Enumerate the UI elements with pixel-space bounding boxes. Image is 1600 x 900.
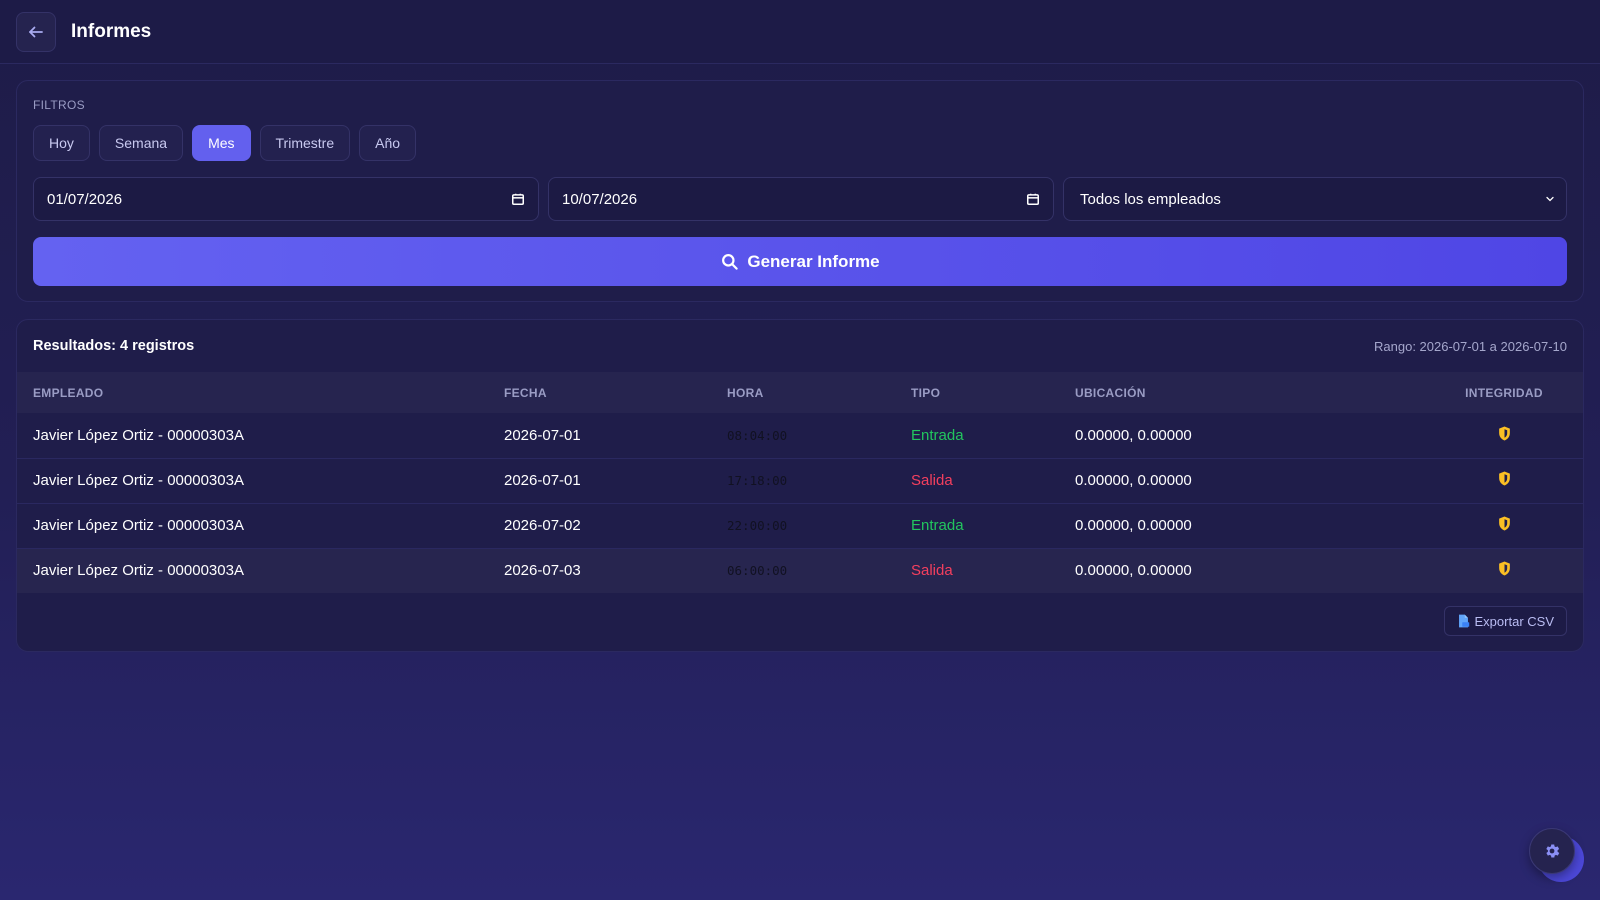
settings-fab-button[interactable] <box>1529 828 1575 874</box>
generate-report-button[interactable]: Generar Informe <box>33 237 1567 286</box>
filters-label: FILTROS <box>33 98 85 112</box>
chip-semana[interactable]: Semana <box>98 125 184 161</box>
top-bar: Informes <box>0 0 1600 64</box>
filters-card: FILTROS Hoy Semana Mes Trimestre Año 01/… <box>16 80 1584 302</box>
results-table: EMPLEADO FECHA HORA TIPO UBICACIÓN INTEG… <box>17 372 1583 593</box>
cell-time: 17:18:00 <box>727 473 788 488</box>
column-header-type: TIPO <box>911 385 941 400</box>
cell-time: 08:04:00 <box>727 427 788 443</box>
table-row[interactable]: Javier López Ortiz - 00000303A 2026-07-0… <box>17 503 1583 548</box>
chip-mes[interactable]: Mes <box>192 125 251 161</box>
search-icon <box>722 254 739 270</box>
column-header-location: UBICACIÓN <box>1075 385 1146 400</box>
results-header: Resultados: 4 registros Rango: 2026-07-0… <box>17 320 1583 372</box>
table-row[interactable]: Javier López Ortiz - 00000303A 2026-07-0… <box>17 458 1583 503</box>
date-from-input[interactable]: 01/07/2026 <box>33 177 539 221</box>
table-header-row: EMPLEADO FECHA HORA TIPO UBICACIÓN INTEG… <box>17 372 1583 413</box>
cell-location: 0.00000, 0.00000 <box>1075 517 1192 534</box>
gear-icon <box>1546 844 1560 858</box>
column-header-time: HORA <box>727 385 764 400</box>
cell-employee: Javier López Ortiz - 00000303A <box>33 426 244 444</box>
page-title: Informes <box>71 20 152 42</box>
shield-icon[interactable] <box>1498 471 1511 486</box>
table-row[interactable]: Javier López Ortiz - 00000303A 2026-07-0… <box>17 548 1583 593</box>
cell-location: 0.00000, 0.00000 <box>1075 426 1192 444</box>
period-chips: Hoy Semana Mes Trimestre Año <box>33 125 1567 161</box>
results-card: Resultados: 4 registros Rango: 2026-07-0… <box>16 319 1584 652</box>
cell-date: 2026-07-02 <box>504 517 581 534</box>
employee-select-value: Todos los empleados <box>1080 190 1221 208</box>
cell-employee: Javier López Ortiz - 00000303A <box>33 562 244 580</box>
cell-date: 2026-07-01 <box>504 426 581 444</box>
arrow-left-icon <box>29 26 43 37</box>
export-csv-button[interactable]: Exportar CSV <box>1443 606 1567 636</box>
calendar-icon[interactable] <box>1026 192 1040 206</box>
employee-select[interactable]: Todos los empleados <box>1063 177 1567 221</box>
cell-date: 2026-07-03 <box>504 562 581 580</box>
cell-type: Salida <box>911 562 953 580</box>
cell-employee: Javier López Ortiz - 00000303A <box>33 517 244 534</box>
cell-type: Entrada <box>911 517 964 534</box>
calendar-icon[interactable] <box>511 192 525 206</box>
table-row[interactable]: Javier López Ortiz - 00000303A 2026-07-0… <box>17 413 1583 458</box>
filter-inputs: 01/07/2026 10/07/2026 Todos los empleado… <box>33 177 1567 221</box>
results-range: Rango: 2026-07-01 a 2026-07-10 <box>1374 338 1567 354</box>
back-button[interactable] <box>16 11 56 52</box>
cell-type: Salida <box>911 472 953 489</box>
shield-icon[interactable] <box>1498 426 1511 441</box>
generate-report-label: Generar Informe <box>747 251 880 271</box>
cell-location: 0.00000, 0.00000 <box>1075 562 1192 580</box>
shield-icon[interactable] <box>1498 561 1511 576</box>
column-header-employee: EMPLEADO <box>33 385 104 400</box>
chip-trimestre[interactable]: Trimestre <box>259 125 351 161</box>
cell-date: 2026-07-01 <box>504 472 581 489</box>
chip-ano[interactable]: Año <box>359 125 417 161</box>
cell-time: 06:00:00 <box>727 563 788 579</box>
cell-time: 22:00:00 <box>727 518 788 533</box>
cell-location: 0.00000, 0.00000 <box>1075 472 1192 489</box>
results-count: Resultados: 4 registros <box>33 338 195 354</box>
chip-hoy[interactable]: Hoy <box>33 125 90 161</box>
cell-employee: Javier López Ortiz - 00000303A <box>33 472 244 489</box>
column-header-date: FECHA <box>504 385 547 400</box>
chevron-down-icon <box>1546 196 1554 202</box>
date-to-input[interactable]: 10/07/2026 <box>548 177 1054 221</box>
column-header-integrity: INTEGRIDAD <box>1465 385 1543 400</box>
shield-icon[interactable] <box>1498 516 1511 531</box>
export-csv-label: Exportar CSV <box>1474 613 1554 629</box>
cell-type: Entrada <box>911 426 964 444</box>
file-csv-icon <box>1458 614 1469 628</box>
date-from-value: 01/07/2026 <box>47 190 123 208</box>
date-to-value: 10/07/2026 <box>562 190 638 208</box>
